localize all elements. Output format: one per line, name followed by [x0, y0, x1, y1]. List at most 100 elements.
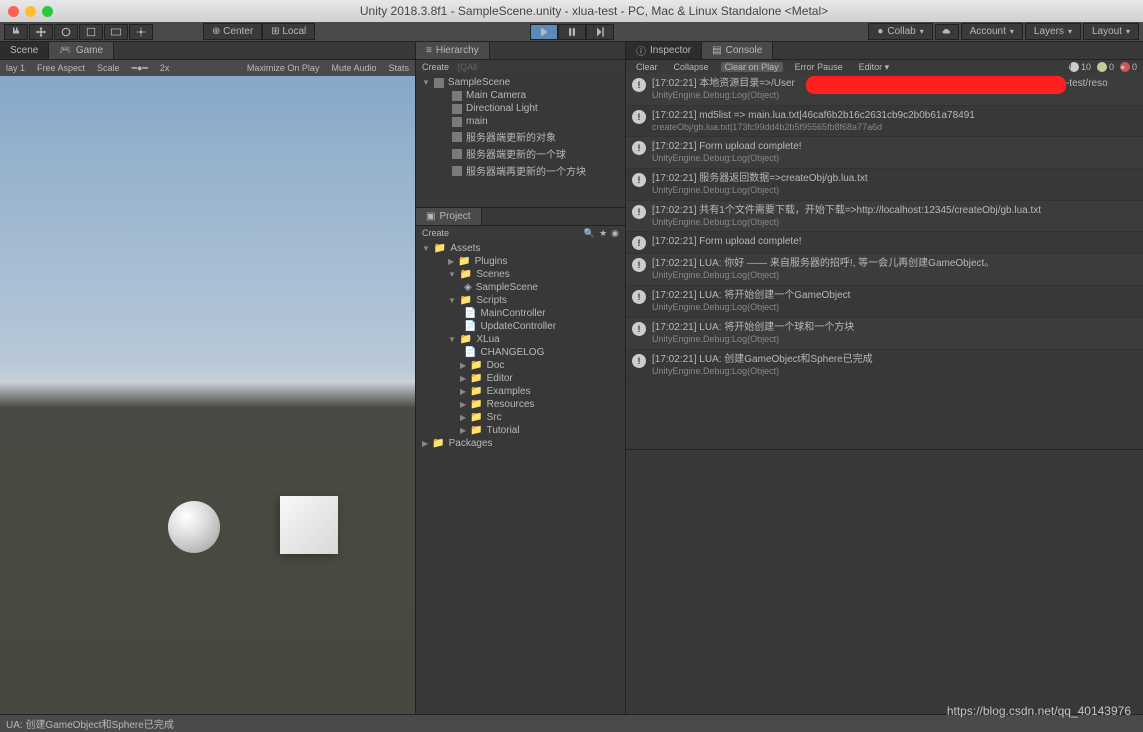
project-item[interactable]: 📄 UpdateController	[416, 320, 625, 333]
project-create-button[interactable]: Create	[422, 228, 449, 238]
project-item[interactable]: ▼ 📁 Scripts	[416, 294, 625, 307]
console-log-row[interactable]: ! [17:02:21] Form upload complete!UnityE…	[626, 137, 1143, 169]
project-tab[interactable]: ▣ Project	[416, 208, 482, 225]
project-item[interactable]: ▶ 📁 Doc	[416, 359, 625, 372]
pivot-center-button[interactable]: ⊕ Center	[203, 23, 262, 40]
cloud-button[interactable]	[935, 24, 959, 40]
maximize-toggle[interactable]: Maximize On Play	[247, 63, 320, 73]
info-icon: !	[632, 322, 646, 336]
mute-toggle[interactable]: Mute Audio	[331, 63, 376, 73]
project-item[interactable]: ▼ 📁 Assets	[416, 242, 625, 255]
window-title: Unity 2018.3.8f1 - SampleScene.unity - x…	[53, 4, 1135, 18]
project-item[interactable]: ▶ 📁 Src	[416, 411, 625, 424]
collab-dropdown[interactable]: ● Collab	[868, 23, 932, 40]
console-log-row[interactable]: ! [17:02:21] Form upload complete!	[626, 232, 1143, 254]
hierarchy-item[interactable]: ▼ SampleScene	[416, 76, 625, 89]
console-log-row[interactable]: ! [17:02:21] md5list => main.lua.txt|46c…	[626, 106, 1143, 138]
info-icon: !	[632, 173, 646, 187]
project-item[interactable]: ◈ SampleScene	[416, 281, 625, 294]
project-item[interactable]: 📄 MainController	[416, 307, 625, 320]
info-icon: !	[632, 290, 646, 304]
info-icon: !	[632, 258, 646, 272]
editor-dropdown[interactable]: Editor ▾	[855, 62, 894, 73]
console-toolbar: Clear Collapse Clear on Play Error Pause…	[626, 60, 1143, 74]
move-tool-button[interactable]	[29, 24, 53, 40]
maximize-window-button[interactable]	[42, 6, 53, 17]
console-body[interactable]: ! [17:02:21] 本地资源目录=>/User/xlua-test/res…	[626, 74, 1143, 449]
info-icon: !	[632, 236, 646, 250]
info-icon: !	[632, 141, 646, 155]
clear-on-play-button[interactable]: Clear on Play	[721, 62, 783, 72]
console-log-row[interactable]: ! [17:02:21] LUA: 将开始创建一个球和一个方块UnityEngi…	[626, 318, 1143, 350]
status-text: UA: 创建GameObject和Sphere已完成	[6, 716, 174, 731]
project-item[interactable]: ▶ 📁 Tutorial	[416, 424, 625, 437]
minimize-window-button[interactable]	[25, 6, 36, 17]
project-item[interactable]: ▼ 📁 Scenes	[416, 268, 625, 281]
info-icon: !	[632, 205, 646, 219]
pause-button[interactable]	[558, 24, 586, 40]
clear-button[interactable]: Clear	[632, 62, 662, 72]
search-icon[interactable]: 🔍	[584, 228, 595, 239]
info-count-badge[interactable]: !10	[1069, 62, 1091, 72]
project-item[interactable]: ▶ 📁 Examples	[416, 385, 625, 398]
scale-slider[interactable]: ━●━	[132, 63, 148, 74]
project-item[interactable]: ▶ 📁 Resources	[416, 398, 625, 411]
project-item[interactable]: ▶ 📁 Plugins	[416, 255, 625, 268]
collapse-button[interactable]: Collapse	[670, 62, 713, 72]
project-item[interactable]: ▶ 📁 Editor	[416, 372, 625, 385]
rotate-tool-button[interactable]	[54, 24, 78, 40]
redacted-region	[806, 76, 1066, 94]
warn-count-badge[interactable]: ⚠0	[1097, 62, 1114, 72]
hierarchy-item[interactable]: 服务器端再更新的一个方块	[416, 162, 625, 179]
error-count-badge[interactable]: ●0	[1120, 62, 1137, 72]
console-log-row[interactable]: ! [17:02:21] 服务器返回数据=>createObj/gb.lua.t…	[626, 169, 1143, 201]
console-log-row[interactable]: ! [17:02:21] LUA: 创建GameObject和Sphere已完成…	[626, 350, 1143, 382]
console-tab[interactable]: ▤ Console	[702, 42, 773, 59]
scale-value: 2x	[160, 63, 170, 73]
aspect-dropdown[interactable]: Free Aspect	[37, 63, 85, 73]
account-dropdown[interactable]: Account	[961, 23, 1023, 40]
layers-dropdown[interactable]: Layers	[1025, 23, 1081, 40]
main-toolbar: ⊕ Center ⊞ Local ● Collab Account Layers…	[0, 22, 1143, 42]
console-log-row[interactable]: ! [17:02:21] LUA: 你好 —— 来自服务器的招呼!, 等一会儿再…	[626, 254, 1143, 286]
hierarchy-item[interactable]: Directional Light	[416, 102, 625, 115]
console-log-row[interactable]: ! [17:02:21] 共有1个文件需要下载，开始下载=>http://loc…	[626, 201, 1143, 233]
project-item[interactable]: 📄 CHANGELOG	[416, 346, 625, 359]
project-panel: ▣ Project Create 🔍 ★ ◉ ▼ 📁 Assets▶ 📁 Plu…	[416, 207, 625, 714]
hierarchy-item[interactable]: 服务器端更新的一个球	[416, 145, 625, 162]
pivot-local-button[interactable]: ⊞ Local	[262, 23, 315, 40]
favorite-icon[interactable]: ★	[599, 228, 607, 239]
hierarchy-item[interactable]: 服务器端更新的对象	[416, 128, 625, 145]
game-toolbar: lay 1 Free Aspect Scale ━●━ 2x Maximize …	[0, 60, 415, 76]
scale-tool-button[interactable]	[79, 24, 103, 40]
console-detail	[626, 449, 1143, 714]
project-item[interactable]: ▼ 📁 XLua	[416, 333, 625, 346]
error-pause-button[interactable]: Error Pause	[791, 62, 847, 72]
watermark: https://blog.csdn.net/qq_40143976	[947, 704, 1131, 718]
hand-tool-button[interactable]	[4, 24, 28, 40]
hierarchy-search[interactable]: (QAll	[457, 62, 477, 72]
hierarchy-create-button[interactable]: Create	[422, 62, 449, 72]
info-icon: !	[632, 354, 646, 368]
game-cube	[280, 496, 338, 554]
play-button[interactable]	[530, 24, 558, 40]
console-log-row[interactable]: ! [17:02:21] LUA: 将开始创建一个GameObjectUnity…	[626, 286, 1143, 318]
hierarchy-item[interactable]: main	[416, 115, 625, 128]
scene-tab[interactable]: Scene	[0, 42, 49, 59]
rect-tool-button[interactable]	[104, 24, 128, 40]
project-item[interactable]: ▶ 📁 Packages	[416, 437, 625, 450]
step-button[interactable]	[586, 24, 614, 40]
inspector-tab[interactable]: ⓘ Inspector	[626, 42, 702, 59]
layout-dropdown[interactable]: Layout	[1083, 23, 1139, 40]
game-view[interactable]	[0, 76, 415, 714]
hidden-icon[interactable]: ◉	[611, 228, 619, 239]
game-panel: Scene 🎮 Game lay 1 Free Aspect Scale ━●━…	[0, 42, 415, 714]
hierarchy-tab[interactable]: ≡ Hierarchy	[416, 42, 490, 59]
transform-tool-button[interactable]	[129, 24, 153, 40]
display-dropdown[interactable]: lay 1	[6, 63, 25, 73]
stats-toggle[interactable]: Stats	[388, 63, 409, 73]
hierarchy-item[interactable]: Main Camera	[416, 89, 625, 102]
project-tree: ▼ 📁 Assets▶ 📁 Plugins▼ 📁 Scenes ◈ Sample…	[416, 240, 625, 714]
close-window-button[interactable]	[8, 6, 19, 17]
game-tab[interactable]: 🎮 Game	[49, 42, 114, 59]
